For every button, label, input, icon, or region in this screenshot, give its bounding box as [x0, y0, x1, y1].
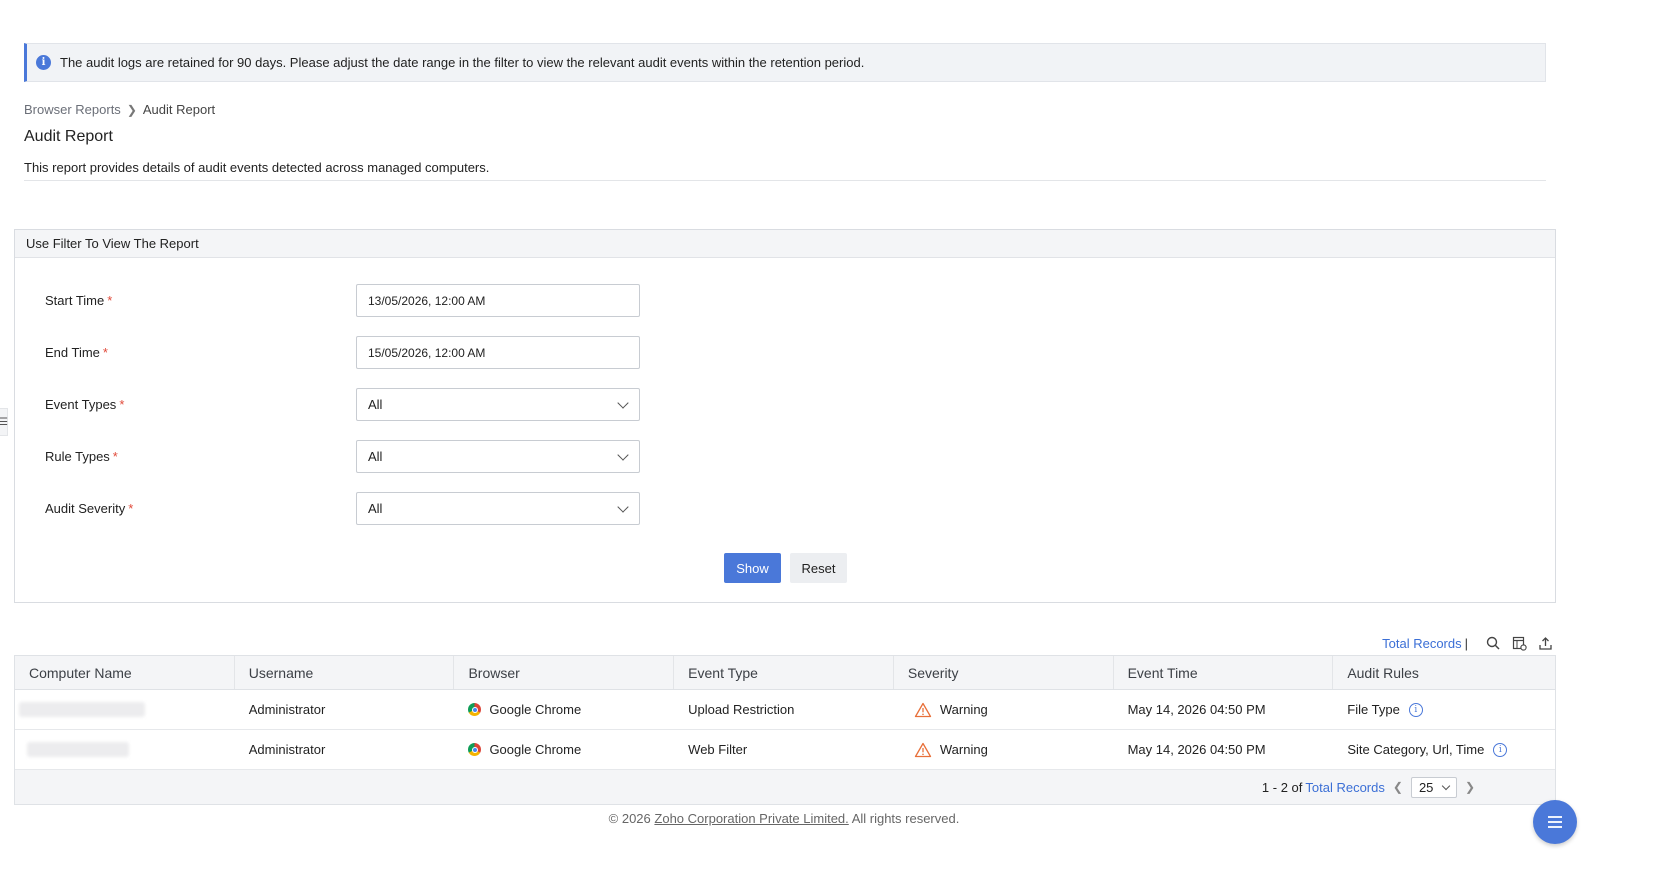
page-description: This report provides details of audit ev…	[24, 160, 490, 175]
severity-cell: Warning	[894, 690, 1114, 729]
audit-rules-cell: Site Category, Url, Time i	[1333, 730, 1555, 769]
chrome-icon	[468, 703, 482, 716]
banner-message: The audit logs are retained for 90 days.…	[60, 55, 865, 70]
event-time-cell: May 14, 2026 04:50 PM	[1127, 702, 1266, 717]
event-types-value: All	[368, 397, 383, 412]
pagination-total-records-link[interactable]: Total Records	[1305, 780, 1384, 795]
audit-severity-label: Audit Severity *	[45, 501, 134, 516]
browser-cell: Google Chrome	[454, 690, 674, 729]
menu-icon	[1548, 816, 1562, 828]
divider	[24, 180, 1546, 181]
column-header-username[interactable]: Username	[235, 656, 455, 689]
event-types-label: Event Types *	[45, 397, 125, 412]
table-row: Administrator Google Chrome Upload Restr…	[15, 690, 1555, 730]
event-types-select[interactable]: All	[356, 388, 640, 421]
breadcrumb-browser-reports[interactable]: Browser Reports	[24, 102, 121, 117]
rule-types-value: All	[368, 449, 383, 464]
copyright-text: © 2026	[608, 811, 651, 826]
audit-severity-value: All	[368, 501, 383, 516]
reset-button[interactable]: Reset	[790, 553, 847, 583]
chevron-down-icon	[617, 396, 629, 409]
column-header-audit-rules[interactable]: Audit Rules	[1333, 656, 1555, 689]
redacted-computer-name	[19, 702, 145, 717]
column-header-event-time[interactable]: Event Time	[1114, 656, 1334, 689]
rule-types-select[interactable]: All	[356, 440, 640, 473]
column-settings-icon[interactable]	[1510, 634, 1528, 652]
chrome-icon	[468, 743, 482, 756]
chevron-left-icon[interactable]: ❮	[1393, 780, 1403, 794]
computer-name-cell	[15, 690, 235, 729]
table-header-row: Computer Name Username Browser Event Typ…	[15, 656, 1555, 690]
browser-cell: Google Chrome	[454, 730, 674, 769]
breadcrumb-current: Audit Report	[142, 102, 216, 117]
end-time-input[interactable]: 15/05/2026, 12:00 AM	[356, 336, 640, 369]
chevron-down-icon	[617, 500, 629, 513]
event-type-cell: Web Filter	[688, 742, 748, 757]
show-button[interactable]: Show	[724, 553, 781, 583]
table-toolbar: Total Records |	[1382, 633, 1554, 653]
retention-banner: i The audit logs are retained for 90 day…	[24, 43, 1546, 82]
redacted-computer-name	[27, 742, 129, 757]
column-header-computer-name[interactable]: Computer Name	[15, 656, 235, 689]
start-time-label: Start Time *	[45, 293, 113, 308]
info-icon[interactable]: i	[1493, 742, 1508, 757]
sidebar-toggle-handle[interactable]: ☰	[0, 408, 8, 436]
export-icon[interactable]	[1536, 634, 1554, 652]
chevron-right-icon: ❯	[126, 102, 137, 117]
chevron-right-icon[interactable]: ❯	[1465, 780, 1475, 794]
toolbar-separator: |	[1464, 635, 1468, 651]
page-title: Audit Report	[24, 128, 113, 145]
total-records-link[interactable]: Total Records	[1382, 636, 1461, 651]
severity-cell: Warning	[894, 730, 1114, 769]
info-icon[interactable]: i	[1408, 702, 1423, 717]
rights-text: All rights reserved.	[851, 811, 960, 826]
end-time-label: End Time *	[45, 345, 108, 360]
username-cell: Administrator	[248, 742, 326, 757]
username-cell: Administrator	[248, 702, 326, 717]
menu-fab-button[interactable]	[1533, 800, 1577, 844]
page-footer: © 2026 Zoho Corporation Private Limited.…	[0, 811, 1568, 826]
company-link[interactable]: Zoho Corporation Private Limited.	[654, 811, 848, 826]
event-type-cell: Upload Restriction	[688, 702, 795, 717]
event-time-cell: May 14, 2026 04:50 PM	[1127, 742, 1266, 757]
table-row: Administrator Google Chrome Web Filter W…	[15, 730, 1555, 770]
breadcrumb: Browser Reports ❯ Audit Report	[24, 102, 215, 117]
info-icon: i	[36, 55, 51, 70]
chevron-down-icon	[1441, 781, 1451, 790]
filter-panel: Use Filter To View The Report Start Time…	[14, 229, 1556, 603]
page-size-value: 25	[1418, 779, 1434, 795]
column-header-severity[interactable]: Severity	[894, 656, 1114, 689]
warning-icon	[914, 742, 932, 757]
computer-name-cell	[15, 730, 235, 769]
audit-table: Computer Name Username Browser Event Typ…	[14, 655, 1556, 805]
column-header-browser[interactable]: Browser	[454, 656, 675, 689]
start-time-input[interactable]: 13/05/2026, 12:00 AM	[356, 284, 640, 317]
chevron-down-icon	[617, 448, 629, 461]
warning-icon	[914, 702, 932, 717]
filter-heading: Use Filter To View The Report	[15, 230, 1555, 258]
search-icon[interactable]	[1484, 634, 1502, 652]
audit-rules-cell: File Type i	[1333, 690, 1555, 729]
page-size-select[interactable]: 25	[1410, 776, 1457, 798]
pagination-range: 1 - 2 of	[1261, 779, 1303, 795]
audit-severity-select[interactable]: All	[356, 492, 640, 525]
rule-types-label: Rule Types *	[45, 449, 118, 464]
column-header-event-type[interactable]: Event Type	[674, 656, 894, 689]
pagination-bar: 1 - 2 of Total Records ❮ 25 ❯	[15, 770, 1555, 804]
